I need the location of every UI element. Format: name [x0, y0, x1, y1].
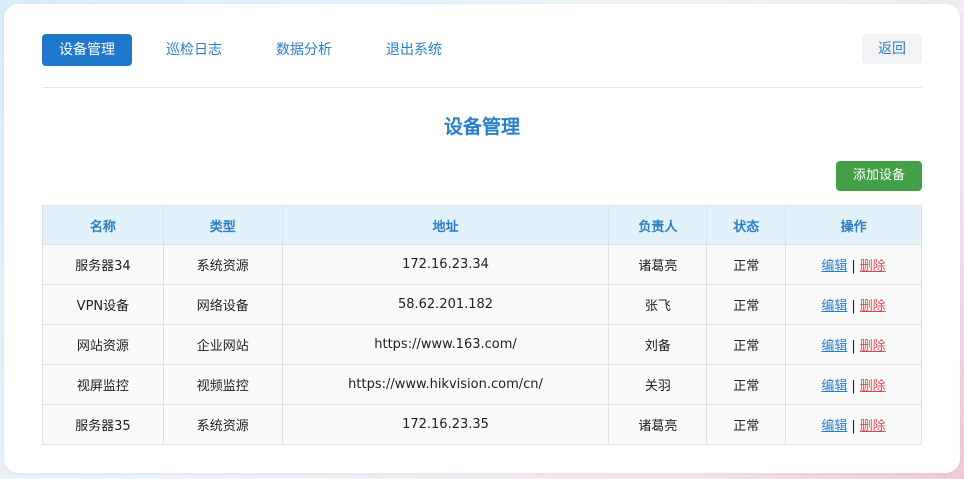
header-status: 状态 [706, 205, 787, 245]
cell-owner: 刘备 [608, 324, 708, 365]
cell-address: https://www.163.com/ [281, 324, 610, 365]
header-name: 名称 [42, 205, 164, 245]
table-row: 视屏监控 视频监控 https://www.hikvision.com/cn/ … [42, 364, 922, 405]
edit-link[interactable]: 编辑 [821, 299, 847, 314]
main-card: 设备管理 巡检日志 数据分析 退出系统 返回 设备管理 添加设备 名称 类型 地… [4, 4, 960, 473]
cell-name: 网站资源 [42, 324, 164, 365]
cell-type: 系统资源 [162, 244, 283, 285]
delete-link[interactable]: 删除 [860, 379, 886, 394]
edit-link[interactable]: 编辑 [821, 259, 847, 274]
add-device-button[interactable]: 添加设备 [836, 161, 922, 191]
cell-owner: 张飞 [608, 284, 708, 325]
table-row: 服务器34 系统资源 172.16.23.34 诸葛亮 正常 编辑 | 删除 [42, 244, 922, 285]
cell-owner: 诸葛亮 [608, 404, 708, 445]
header-owner: 负责人 [608, 205, 708, 245]
page-title: 设备管理 [443, 116, 520, 138]
cell-status: 正常 [706, 404, 787, 445]
nav-device-management[interactable]: 设备管理 [42, 34, 132, 66]
table-header-row: 名称 类型 地址 负责人 状态 操作 [42, 205, 922, 245]
action-separator: | [851, 419, 856, 434]
cell-name: 服务器34 [42, 244, 164, 285]
edit-link[interactable]: 编辑 [821, 419, 847, 434]
header-type: 类型 [162, 205, 283, 245]
device-table: 名称 类型 地址 负责人 状态 操作 服务器34 系统资源 172.16.23.… [42, 205, 922, 445]
cell-actions: 编辑 | 删除 [785, 364, 922, 405]
table-row: VPN设备 网络设备 58.62.201.182 张飞 正常 编辑 | 删除 [42, 284, 922, 325]
table-row: 服务器35 系统资源 172.16.23.35 诸葛亮 正常 编辑 | 删除 [42, 404, 922, 445]
cell-address: 172.16.23.35 [281, 404, 610, 445]
cell-actions: 编辑 | 删除 [785, 284, 922, 325]
cell-status: 正常 [706, 364, 787, 405]
cell-status: 正常 [706, 284, 787, 325]
cell-type: 网络设备 [162, 284, 283, 325]
cell-type: 系统资源 [162, 404, 283, 445]
delete-link[interactable]: 删除 [860, 419, 886, 434]
edit-link[interactable]: 编辑 [821, 339, 847, 354]
cell-owner: 诸葛亮 [608, 244, 708, 285]
cell-type: 视频监控 [162, 364, 283, 405]
cell-status: 正常 [706, 324, 787, 365]
cell-actions: 编辑 | 删除 [785, 244, 922, 285]
action-separator: | [851, 299, 856, 314]
delete-link[interactable]: 删除 [860, 339, 886, 354]
cell-address: 172.16.23.34 [281, 244, 610, 285]
delete-link[interactable]: 删除 [860, 299, 886, 314]
nav-logout[interactable]: 退出系统 [374, 34, 454, 66]
edit-link[interactable]: 编辑 [821, 379, 847, 394]
table-row: 网站资源 企业网站 https://www.163.com/ 刘备 正常 编辑 |… [42, 324, 922, 365]
divider [42, 87, 922, 88]
cell-name: VPN设备 [42, 284, 164, 325]
header-actions: 操作 [785, 205, 922, 245]
cell-actions: 编辑 | 删除 [785, 404, 922, 445]
cell-status: 正常 [706, 244, 787, 285]
cell-name: 视屏监控 [42, 364, 164, 405]
cell-owner: 关羽 [608, 364, 708, 405]
nav-inspection-log[interactable]: 巡检日志 [154, 34, 234, 66]
header-address: 地址 [281, 205, 610, 245]
cell-address: https://www.hikvision.com/cn/ [281, 364, 610, 405]
cell-actions: 编辑 | 删除 [785, 324, 922, 365]
cell-name: 服务器35 [42, 404, 164, 445]
delete-link[interactable]: 删除 [860, 259, 886, 274]
nav-data-analysis[interactable]: 数据分析 [264, 34, 344, 66]
cell-type: 企业网站 [162, 324, 283, 365]
cell-address: 58.62.201.182 [281, 284, 610, 325]
action-separator: | [851, 259, 856, 274]
action-separator: | [851, 379, 856, 394]
back-button[interactable]: 返回 [862, 34, 922, 64]
action-separator: | [851, 339, 856, 354]
top-nav: 设备管理 巡检日志 数据分析 退出系统 返回 [42, 34, 922, 68]
